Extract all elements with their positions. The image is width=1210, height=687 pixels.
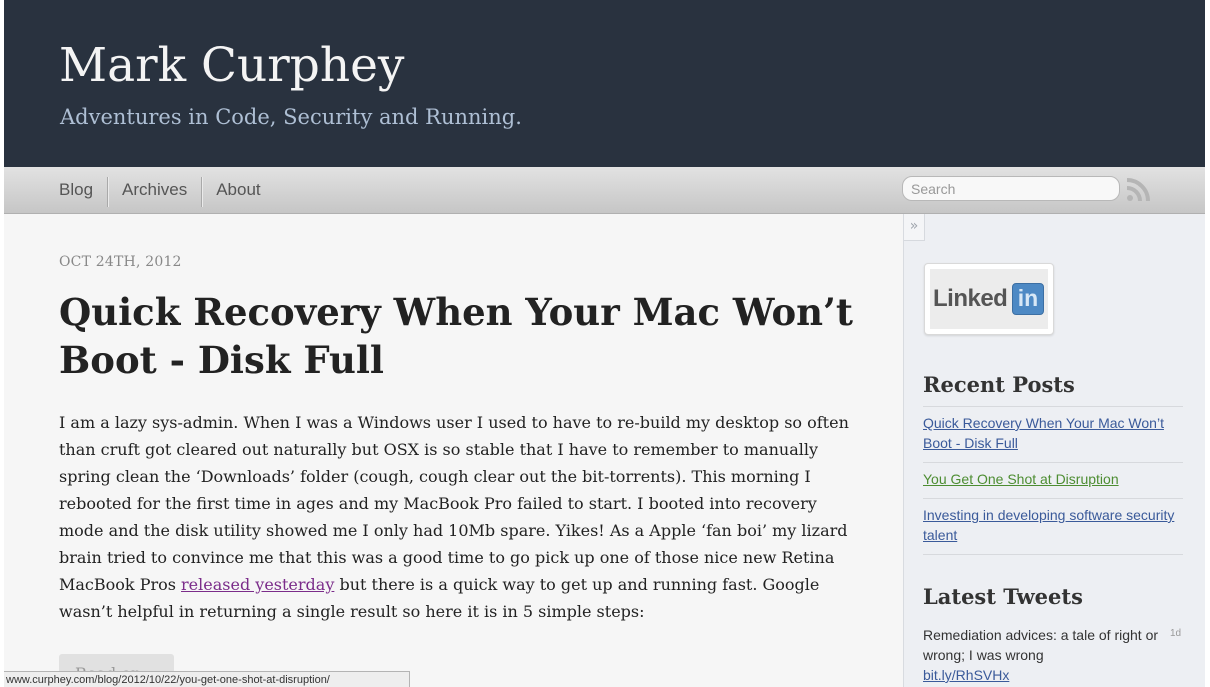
rss-icon[interactable] <box>1126 178 1150 202</box>
tweet-item: Remediation advices: a tale of right or … <box>923 625 1163 685</box>
post-body: I am a lazy sys-admin. When I was a Wind… <box>59 409 859 625</box>
site-header: Mark Curphey Adventures in Code, Securit… <box>4 0 1205 167</box>
site-subtitle: Adventures in Code, Security and Running… <box>60 105 522 129</box>
site-title[interactable]: Mark Curphey <box>59 36 404 96</box>
recent-post-link[interactable]: You Get One Shot at Disruption <box>923 471 1119 487</box>
linkedin-badge[interactable]: Linked in <box>924 263 1054 335</box>
post-title[interactable]: Quick Recovery When Your Mac Won’t Boot … <box>59 288 879 384</box>
post-date: OCT 24TH, 2012 <box>59 254 182 270</box>
linkedin-logo-box: in <box>1012 283 1044 315</box>
recent-posts-heading: Recent Posts <box>923 372 1075 397</box>
nav-item-about[interactable]: About <box>201 177 274 207</box>
collapse-sidebar-icon[interactable]: » <box>904 214 925 241</box>
nav-item-blog[interactable]: Blog <box>59 177 107 207</box>
post-body-text: I am a lazy sys-admin. When I was a Wind… <box>59 413 849 594</box>
linkedin-logo-text: Linked <box>933 285 1008 312</box>
released-yesterday-link[interactable]: released yesterday <box>181 575 334 594</box>
recent-post-item: Investing in developing software securit… <box>923 499 1183 555</box>
main-content: OCT 24TH, 2012 Quick Recovery When Your … <box>4 214 903 687</box>
tweet-text: Remediation advices: a tale of right or … <box>923 627 1159 663</box>
status-bar-url: www.curphey.com/blog/2012/10/22/you-get-… <box>4 671 410 687</box>
recent-posts-list: Quick Recovery When Your Mac Won’t Boot … <box>923 406 1183 555</box>
tweet-timestamp[interactable]: 1d <box>1170 628 1181 639</box>
recent-post-item: You Get One Shot at Disruption <box>923 463 1183 499</box>
recent-post-link[interactable]: Investing in developing software securit… <box>923 507 1174 543</box>
tweet-link[interactable]: bit.ly/RhSVHx <box>923 667 1009 683</box>
sidebar: » Linked in Recent Posts Quick Recovery … <box>903 214 1205 687</box>
latest-tweets-heading: Latest Tweets <box>923 584 1083 609</box>
nav-item-archives[interactable]: Archives <box>107 177 201 207</box>
recent-post-link[interactable]: Quick Recovery When Your Mac Won’t Boot … <box>923 415 1164 451</box>
main-nav: Blog Archives About <box>59 177 275 207</box>
browser-viewport: Mark Curphey Adventures in Code, Securit… <box>4 0 1205 687</box>
search-input[interactable] <box>902 176 1120 201</box>
recent-post-item: Quick Recovery When Your Mac Won’t Boot … <box>923 406 1183 463</box>
linkedin-logo: Linked in <box>930 269 1048 329</box>
